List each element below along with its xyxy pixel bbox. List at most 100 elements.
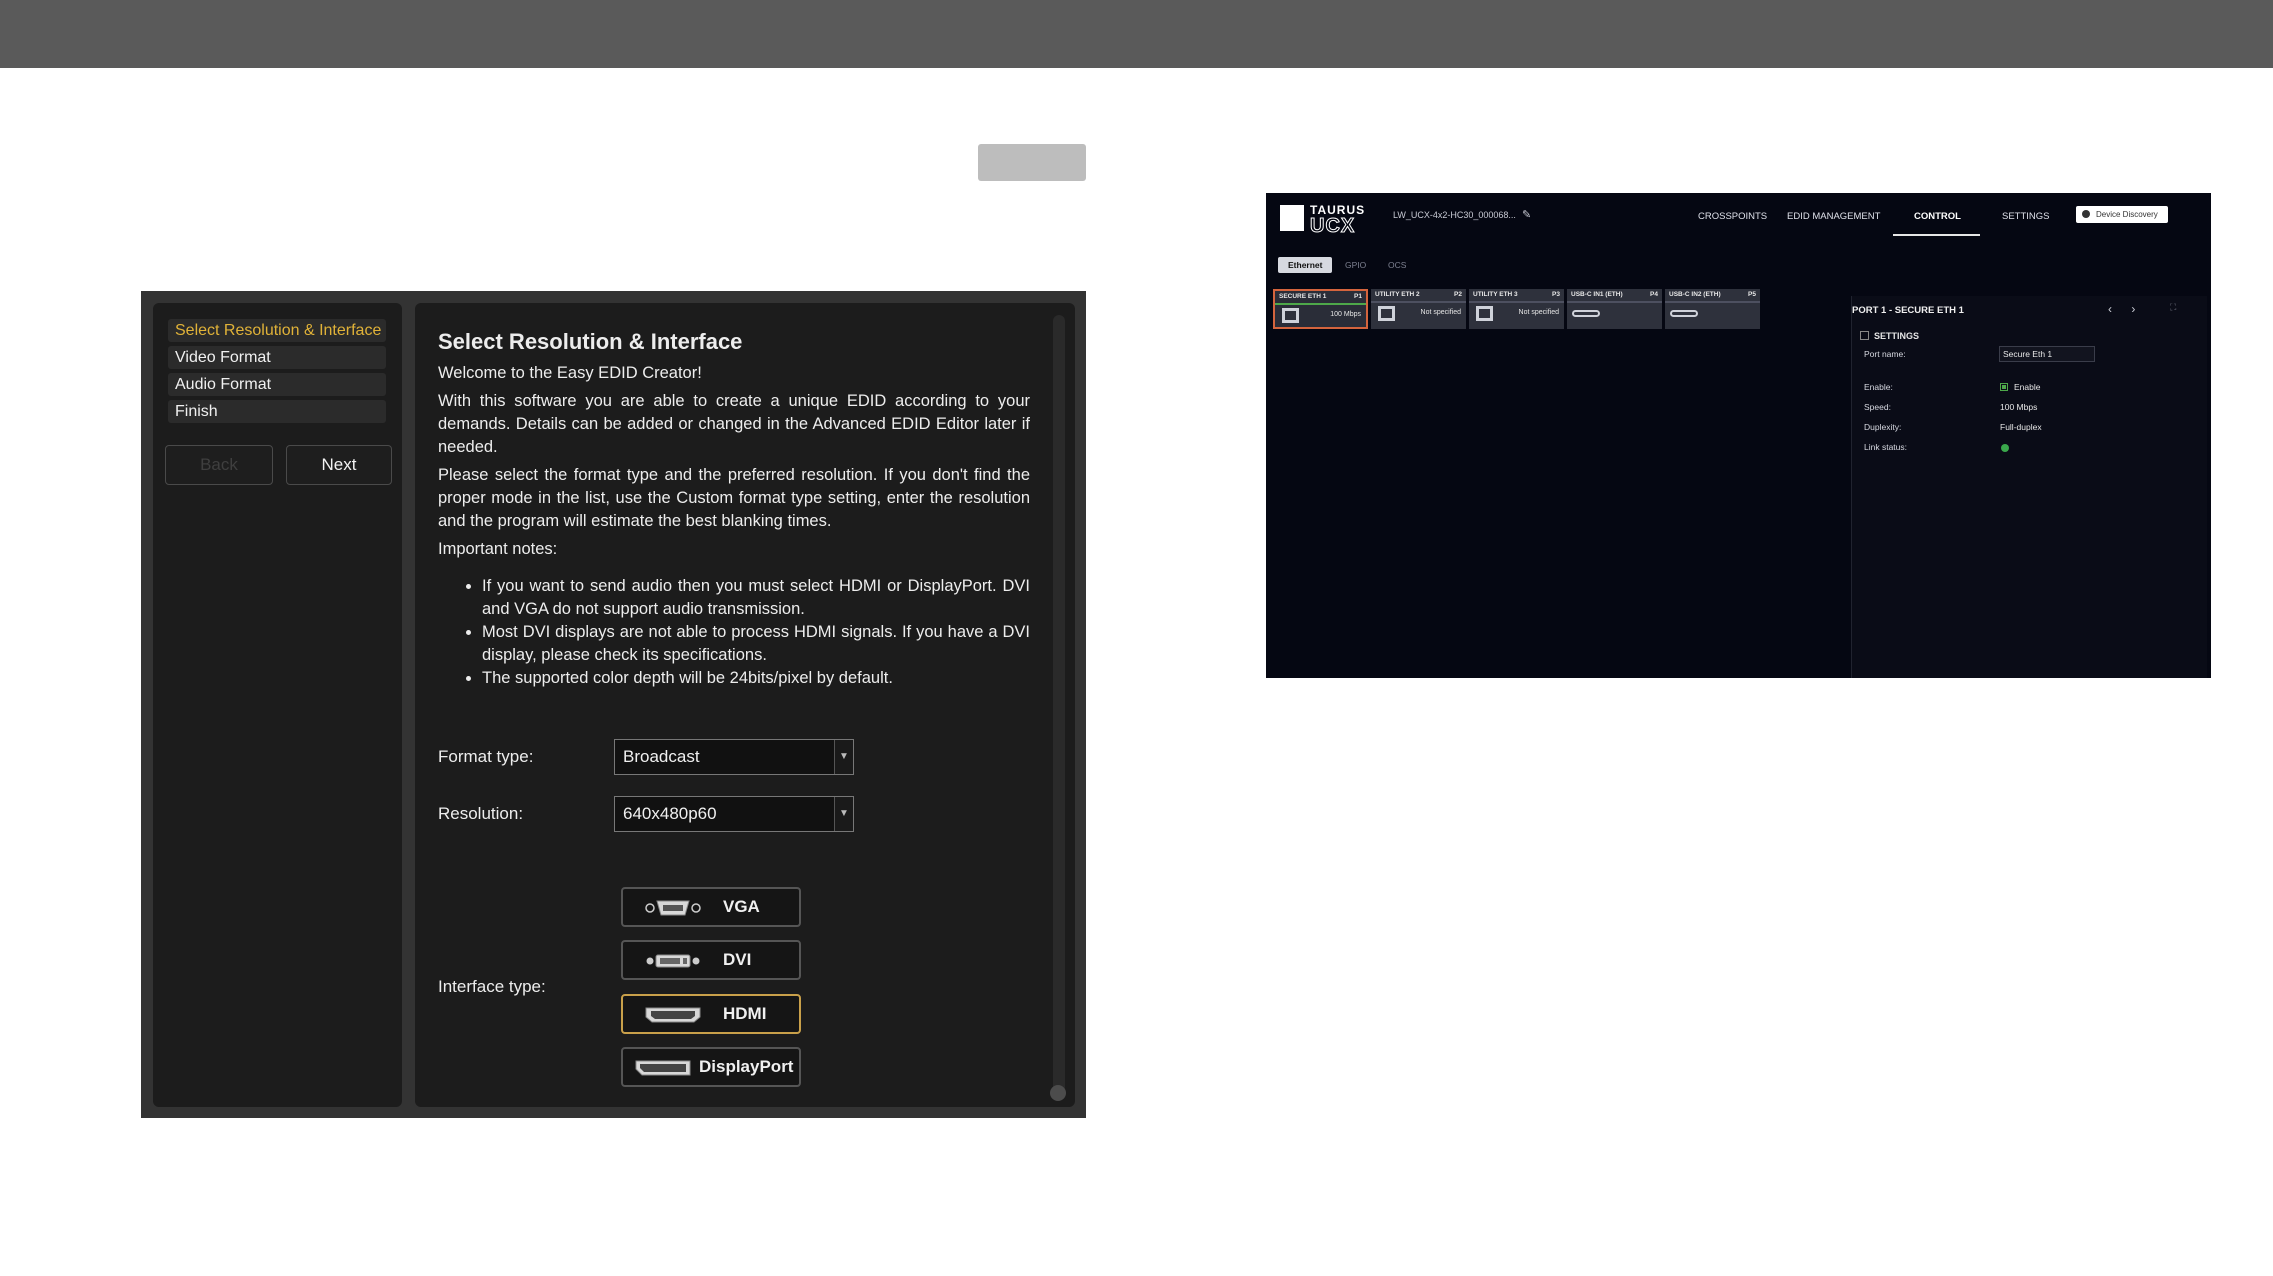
interface-dvi-label: DVI — [723, 950, 752, 969]
link-status-indicator — [2001, 444, 2009, 452]
speed-label: Speed: — [1864, 402, 1891, 412]
port-status: Not specified — [1420, 309, 1461, 316]
taurus-logo: TAURUS UCX — [1280, 201, 1370, 238]
port-name: USB-C IN2 (ETH) — [1669, 291, 1721, 298]
port-status-bar — [1665, 301, 1760, 303]
resolution-value: 640x480p60 — [623, 804, 717, 823]
port-name-input[interactable]: Secure Eth 1 — [1999, 346, 2095, 362]
port-status-bar — [1469, 301, 1564, 303]
displayport-connector-icon — [635, 1060, 691, 1076]
settings-heading[interactable]: SETTINGS — [1860, 331, 1919, 341]
taurus-ucx-window: TAURUS UCX LW_UCX-4x2-HC30_000068... ✎ C… — [1266, 193, 2211, 678]
back-button[interactable]: Back — [165, 445, 273, 485]
logo-text-bottom: UCX — [1309, 215, 1356, 238]
interface-displayport-button[interactable]: DisplayPort — [621, 1047, 801, 1087]
vertical-scrollbar[interactable] — [1053, 315, 1065, 1097]
port-status-bar — [1567, 301, 1662, 303]
note-audio: If you want to send audio then you must … — [482, 575, 1030, 621]
interface-hdmi-label: HDMI — [723, 1004, 767, 1023]
port-tile-p1[interactable]: SECURE ETH 1 P1 100 Mbps — [1273, 289, 1368, 329]
ethernet-port-icon — [1378, 306, 1395, 321]
device-discovery-label: Device Discovery — [2096, 210, 2158, 219]
important-notes-heading: Important notes: — [438, 540, 558, 558]
subtab-ethernet[interactable]: Ethernet — [1278, 257, 1333, 273]
step-finish[interactable]: Finish — [168, 400, 386, 423]
device-discovery-button[interactable]: Device Discovery — [2076, 206, 2168, 223]
interface-vga-button[interactable]: VGA — [621, 887, 801, 927]
note-dvi: Most DVI displays are not able to proces… — [482, 621, 1030, 667]
nav-crosspoints[interactable]: CROSSPOINTS — [1698, 211, 1767, 222]
instructions: Select Resolution & Interface Welcome to… — [438, 329, 1030, 690]
port-tile-p3[interactable]: UTILITY ETH 3 P3 Not specified — [1469, 289, 1564, 329]
format-paragraph: Please select the format type and the pr… — [438, 466, 1030, 530]
intro-paragraph: With this software you are able to creat… — [438, 392, 1030, 456]
format-type-label: Format type: — [438, 747, 534, 766]
link-status-label: Link status: — [1864, 442, 1907, 452]
collapse-square-icon — [1860, 331, 1869, 340]
device-name: LW_UCX-4x2-HC30_000068... — [1393, 210, 1516, 220]
enable-checkbox-label: Enable — [2014, 382, 2041, 392]
port-status: 100 Mbps — [1330, 311, 1361, 318]
nav-edid-management[interactable]: EDID MANAGEMENT — [1787, 211, 1880, 222]
usb-c-port-icon — [1670, 310, 1698, 317]
interface-displayport-label: DisplayPort — [699, 1057, 794, 1076]
format-type-value: Broadcast — [623, 747, 700, 766]
dvi-connector-icon — [646, 954, 700, 968]
chevron-down-icon[interactable]: ▼ — [834, 797, 853, 831]
step-audio-format[interactable]: Audio Format — [168, 373, 386, 396]
format-type-select[interactable]: Broadcast ▼ — [614, 739, 854, 775]
hdmi-connector-icon — [645, 1007, 701, 1023]
speed-value: 100 Mbps — [2000, 402, 2038, 412]
step-select-resolution-interface[interactable]: Select Resolution & Interface — [168, 319, 386, 342]
nav-settings[interactable]: SETTINGS — [2002, 211, 2050, 222]
expand-icon[interactable]: ⛶ — [2170, 302, 2176, 313]
active-nav-underline — [1893, 234, 1980, 236]
port-status: Not specified — [1518, 309, 1559, 316]
page-title: Select Resolution & Interface — [438, 329, 743, 354]
port-tile-p4[interactable]: USB-C IN1 (ETH) P4 — [1567, 289, 1662, 329]
usb-c-port-icon — [1572, 310, 1600, 317]
port-number: P1 — [1354, 293, 1362, 300]
next-button[interactable]: Next — [286, 445, 392, 485]
resolution-label: Resolution: — [438, 804, 524, 823]
port-name: UTILITY ETH 2 — [1375, 291, 1420, 298]
ethernet-port-icon — [1282, 308, 1299, 323]
nav-control[interactable]: CONTROL — [1914, 211, 1961, 222]
port-tile-p5[interactable]: USB-C IN2 (ETH) P5 — [1665, 289, 1760, 329]
welcome-text: Welcome to the Easy EDID Creator! — [438, 364, 702, 382]
enable-checkbox[interactable] — [2000, 383, 2008, 391]
port-name: SECURE ETH 1 — [1279, 293, 1327, 300]
lightware-logo-icon — [1280, 205, 1304, 231]
duplexity-value: Full-duplex — [2000, 422, 2042, 432]
chevron-down-icon[interactable]: ▼ — [834, 740, 853, 774]
port-number: P3 — [1552, 291, 1560, 298]
port-number: P4 — [1650, 291, 1658, 298]
easy-edid-creator-window: Select Resolution & Interface Video Form… — [141, 291, 1086, 1118]
wizard-steps-panel: Select Resolution & Interface Video Form… — [153, 303, 402, 1107]
enable-label: Enable: — [1864, 382, 1893, 392]
ethernet-port-icon — [1476, 306, 1493, 321]
port-name: USB-C IN1 (ETH) — [1571, 291, 1623, 298]
top-header-bar — [0, 0, 2273, 68]
edit-pencil-icon[interactable]: ✎ — [1522, 208, 1531, 221]
notes-list: If you want to send audio then you must … — [438, 575, 1030, 690]
interface-dvi-button[interactable]: DVI — [621, 940, 801, 980]
resolution-select[interactable]: 640x480p60 ▼ — [614, 796, 854, 832]
step-video-format[interactable]: Video Format — [168, 346, 386, 369]
note-color-depth: The supported color depth will be 24bits… — [482, 667, 1030, 690]
scrollbar-knob[interactable] — [1050, 1085, 1066, 1101]
subtab-gpio[interactable]: GPIO — [1345, 257, 1366, 273]
port-tile-p2[interactable]: UTILITY ETH 2 P2 Not specified — [1371, 289, 1466, 329]
port-status-bar — [1371, 301, 1466, 303]
port-name: UTILITY ETH 3 — [1473, 291, 1518, 298]
vga-connector-icon — [645, 900, 701, 916]
port-number: P2 — [1454, 291, 1462, 298]
port-status-bar — [1275, 303, 1366, 305]
interface-hdmi-button[interactable]: HDMI — [621, 994, 801, 1034]
port-name-label: Port name: — [1864, 349, 1906, 359]
subtab-ocs[interactable]: OCS — [1388, 257, 1406, 273]
prev-next-arrows-icon[interactable]: ‹ › — [2108, 302, 2143, 316]
settings-heading-label: SETTINGS — [1874, 331, 1920, 341]
duplexity-label: Duplexity: — [1864, 422, 1902, 432]
panel-title: PORT 1 - SECURE ETH 1 — [1852, 305, 1964, 316]
